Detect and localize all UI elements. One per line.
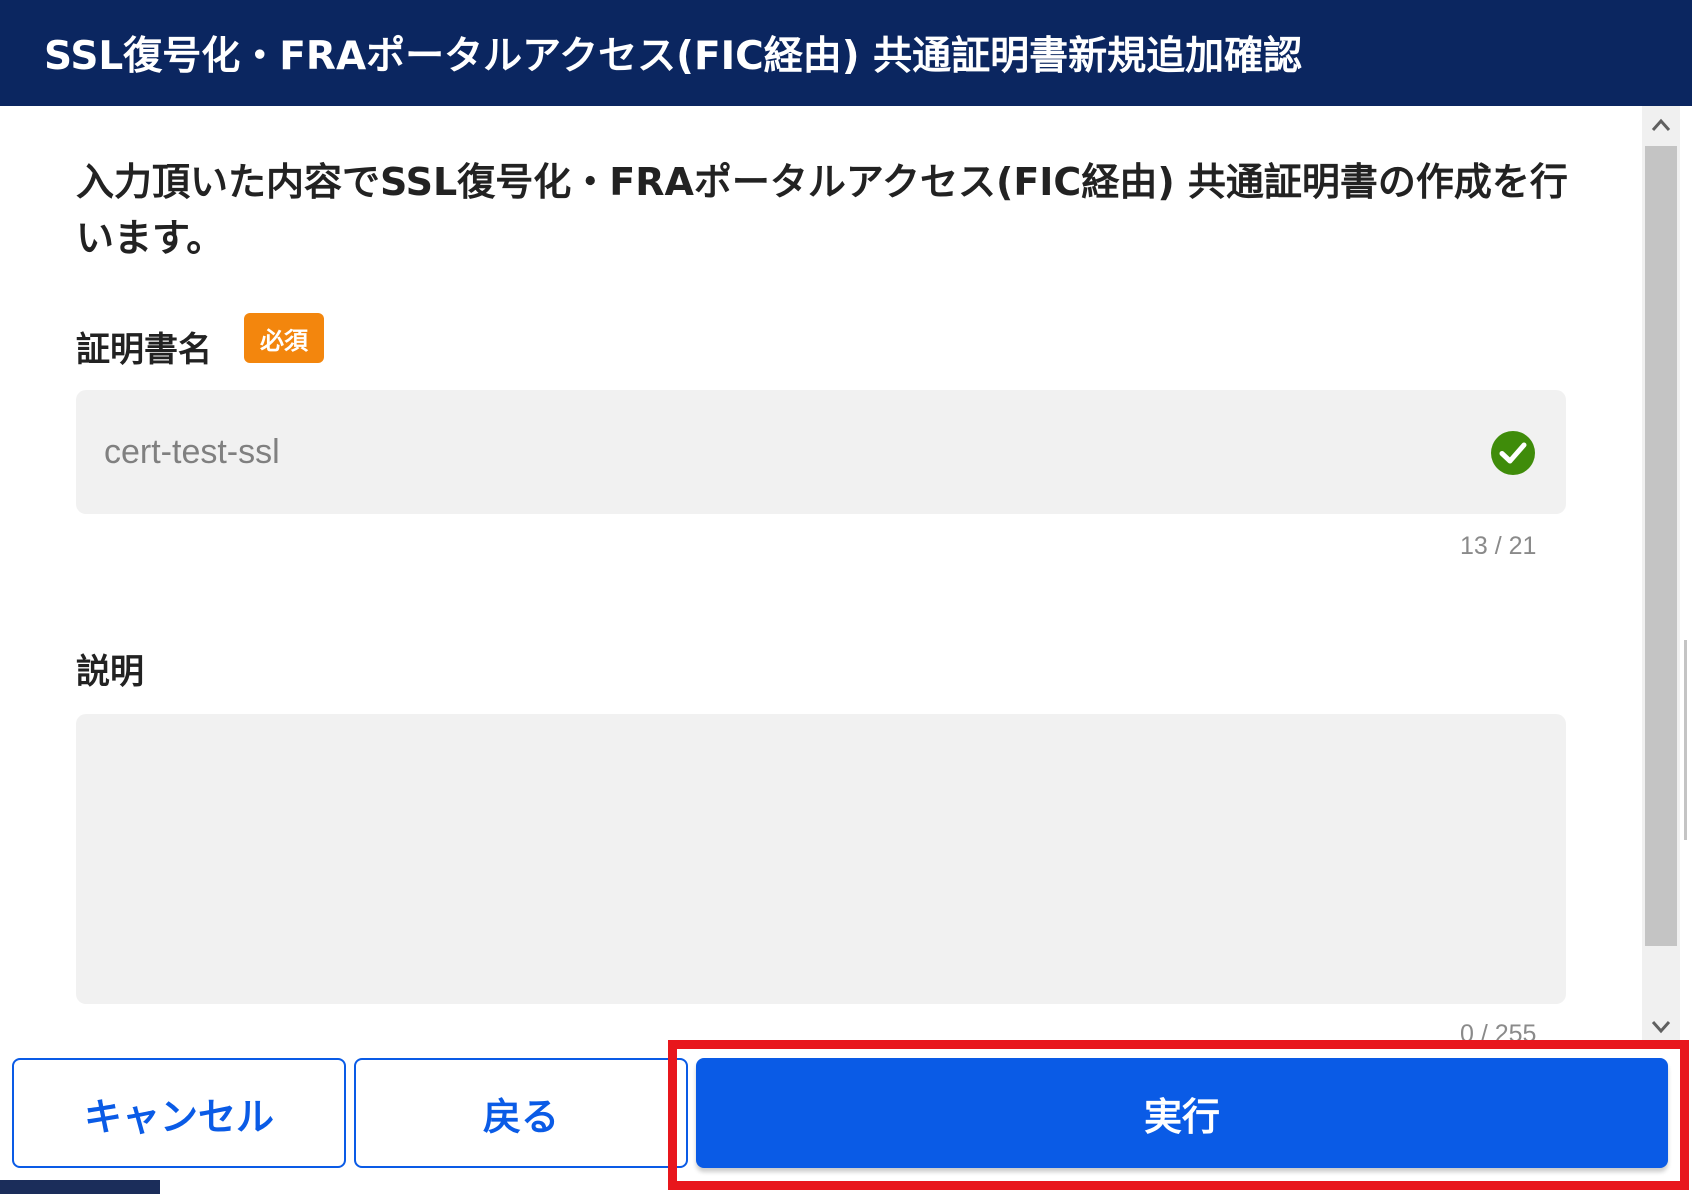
background-strip (0, 1180, 160, 1194)
dialog-body: 入力頂いた内容でSSL復号化・FRAポータルアクセス(FIC経由) 共通証明書の… (0, 106, 1642, 1046)
certificate-name-label: 証明書名 (76, 330, 212, 370)
cancel-button[interactable]: キャンセル (12, 1058, 346, 1168)
description-label: 説明 (76, 652, 144, 692)
check-circle-icon (1491, 431, 1535, 475)
description-field[interactable] (76, 714, 1566, 1004)
scroll-up-icon[interactable] (1642, 106, 1680, 144)
execute-button[interactable]: 実行 (696, 1058, 1668, 1168)
certificate-name-field[interactable]: cert-test-ssl (76, 390, 1566, 514)
certificate-confirm-dialog: SSL復号化・FRAポータルアクセス(FIC経由) 共通証明書新規追加確認 入力… (0, 0, 1692, 1194)
confirmation-message: 入力頂いた内容でSSL復号化・FRAポータルアクセス(FIC経由) 共通証明書の… (76, 160, 1568, 260)
dialog-title: SSL復号化・FRAポータルアクセス(FIC経由) 共通証明書新規追加確認 (44, 34, 1303, 79)
certificate-name-counter: 13 / 21 (1460, 532, 1537, 560)
description-counter: 0 / 255 (1460, 1020, 1537, 1046)
certificate-name-value: cert-test-ssl (104, 432, 280, 471)
scroll-down-icon[interactable] (1642, 1008, 1680, 1046)
required-badge: 必須 (244, 313, 324, 363)
vertical-scrollbar[interactable] (1642, 106, 1680, 1046)
dialog-header: SSL復号化・FRAポータルアクセス(FIC経由) 共通証明書新規追加確認 (0, 0, 1692, 106)
back-button[interactable]: 戻る (354, 1058, 688, 1168)
outer-scrollbar-thumb (1684, 640, 1687, 840)
scrollbar-thumb[interactable] (1645, 146, 1677, 946)
